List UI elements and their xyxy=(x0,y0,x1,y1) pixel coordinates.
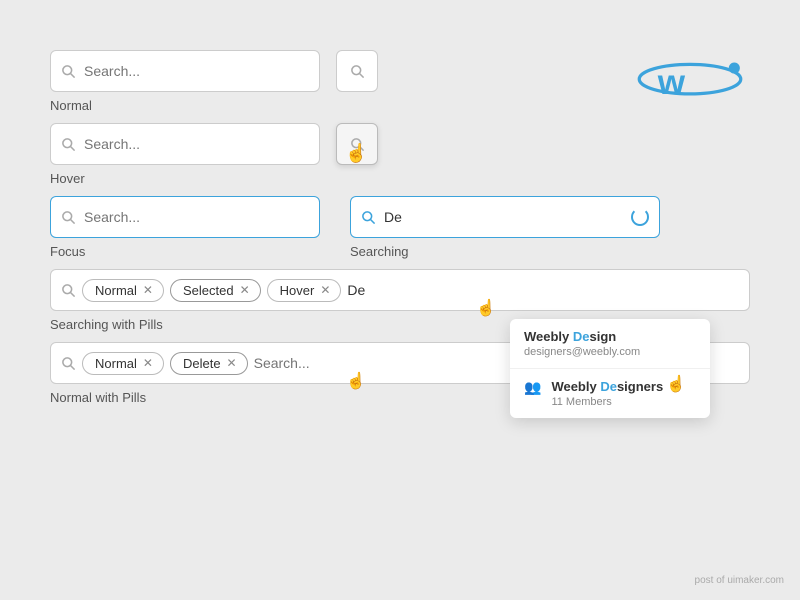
cursor-hand-delete: ☝ xyxy=(346,371,366,391)
dropdown-item-design-title: Weebly Design xyxy=(524,329,696,344)
focus-search-input[interactable] xyxy=(76,209,309,225)
pill-delete-label: Delete xyxy=(183,356,221,371)
pill-normal-2-label: Normal xyxy=(95,356,137,371)
search-spinner xyxy=(631,208,649,226)
svg-text:w: w xyxy=(657,63,686,102)
searching-group: Searching xyxy=(350,196,660,259)
search-icon-focus xyxy=(61,210,76,225)
logo-area: w xyxy=(630,40,750,115)
weebly-logo: w xyxy=(630,40,750,110)
dropdown-item-designers[interactable]: 👥 Weebly Designers 11 Members ☝ xyxy=(510,369,710,418)
pill-normal-2[interactable]: Normal ✕ xyxy=(82,352,164,375)
cursor-hand-pill: ☝ xyxy=(476,298,496,318)
pill-hover[interactable]: Hover ✕ xyxy=(267,279,342,302)
pill-hover-label: Hover xyxy=(280,283,315,298)
dropdown-item-design-email: designers@weebly.com xyxy=(524,346,696,358)
footer: post of uimaker.com xyxy=(695,575,784,586)
hover-search-button[interactable] xyxy=(336,123,378,165)
focus-search-bar[interactable] xyxy=(50,196,320,238)
normal-search-bar[interactable] xyxy=(50,50,320,92)
hover-search-input[interactable] xyxy=(76,136,309,152)
footer-text: post of uimaker.com xyxy=(695,575,784,586)
pill-selected[interactable]: Selected ✕ xyxy=(170,279,261,302)
search-icon-searching xyxy=(361,210,376,225)
searching-pills-section: Normal ✕ Selected ✕ Hover ✕ ☝ Searching … xyxy=(50,269,750,332)
group-icon: 👥 xyxy=(524,379,541,396)
hover-search-bar[interactable] xyxy=(50,123,320,165)
pill-hover-remove[interactable]: ✕ xyxy=(320,284,330,296)
pill-delete-remove[interactable]: ✕ xyxy=(227,357,237,369)
pills-search-bar[interactable]: Normal ✕ Selected ✕ Hover ✕ ☝ xyxy=(50,269,750,311)
hover-label: Hover xyxy=(50,171,750,186)
pills-search-input[interactable] xyxy=(347,282,739,298)
pill-normal-label: Normal xyxy=(95,283,137,298)
dropdown-item-design[interactable]: Weebly Design designers@weebly.com xyxy=(510,319,710,369)
focus-searching-section: Focus Searching xyxy=(50,196,750,259)
dropdown-item-designers-members: 11 Members xyxy=(551,396,663,408)
pill-delete[interactable]: Delete ✕ xyxy=(170,352,248,375)
focus-label: Focus xyxy=(50,244,320,259)
search-icon-pills xyxy=(61,283,76,298)
normal-search-input[interactable] xyxy=(76,63,309,79)
cursor-hand-dropdown: ☝ xyxy=(666,374,686,394)
pill-selected-remove[interactable]: ✕ xyxy=(240,284,250,296)
pill-selected-label: Selected xyxy=(183,283,234,298)
search-icon xyxy=(61,64,76,79)
pill-normal-remove[interactable]: ✕ xyxy=(143,284,153,296)
page: w Normal xyxy=(0,0,800,600)
dropdown-item-designers-title: Weebly Designers xyxy=(551,379,663,394)
searching-bar[interactable] xyxy=(350,196,660,238)
pill-normal-2-remove[interactable]: ✕ xyxy=(143,357,153,369)
searching-label: Searching xyxy=(350,244,660,259)
searching-input[interactable] xyxy=(376,209,625,225)
search-icon-hover xyxy=(61,137,76,152)
normal-search-button[interactable] xyxy=(336,50,378,92)
search-dropdown: Weebly Design designers@weebly.com 👥 Wee… xyxy=(510,319,710,418)
search-icon-normal-pills xyxy=(61,356,76,371)
pill-normal[interactable]: Normal ✕ xyxy=(82,279,164,302)
hover-section: ☝ Hover xyxy=(50,123,750,186)
focus-group: Focus xyxy=(50,196,320,259)
